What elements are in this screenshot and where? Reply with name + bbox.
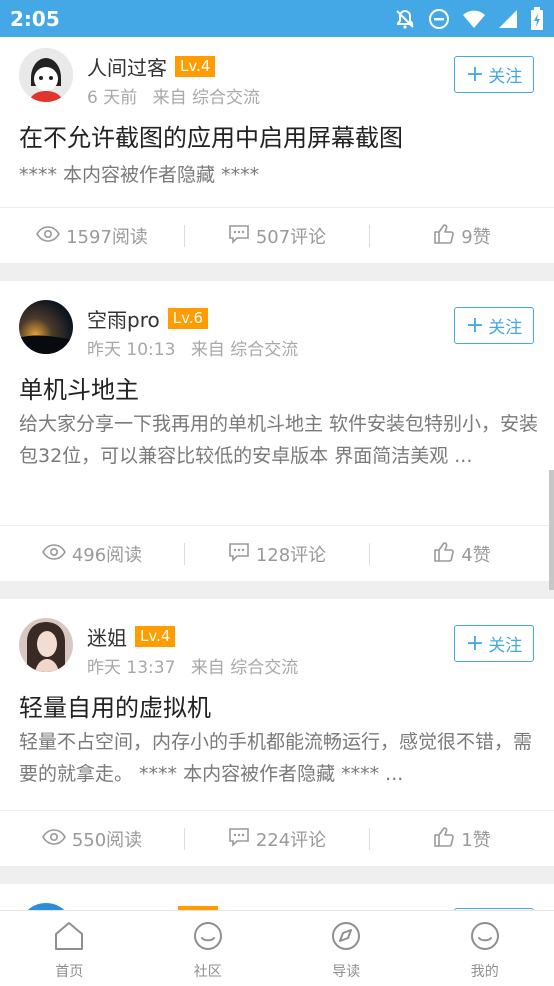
status-time: 2:05 [10, 7, 60, 31]
avatar[interactable] [19, 618, 73, 672]
like-button[interactable]: 4赞 [370, 526, 554, 582]
post-body: **** 本内容被作者隐藏 **** [19, 159, 539, 191]
post-card[interactable]: 空雨pro Lv.6 昨天 10:13 来自 综合交流 + 关注 单机斗地主 给… [0, 281, 554, 581]
battery-charging-icon [530, 7, 544, 31]
comment-icon [228, 827, 250, 852]
community-icon [192, 921, 224, 955]
like-count-label: 1赞 [461, 826, 490, 852]
author-name[interactable]: 迷姐 [87, 622, 127, 651]
post-time: 6 天前 [87, 88, 137, 108]
plus-icon: + [466, 316, 484, 336]
tab-home[interactable]: 首页 [0, 911, 139, 986]
like-button[interactable]: 9赞 [370, 208, 554, 264]
follow-button[interactable]: + 关注 [454, 307, 534, 344]
comment-button[interactable]: 507评论 [185, 208, 369, 264]
status-bar: 2:05 [0, 0, 554, 37]
avatar[interactable] [19, 48, 73, 102]
follow-label: 关注 [488, 313, 522, 338]
read-count: 550阅读 [0, 811, 184, 867]
post-source: 来自 综合交流 [191, 658, 298, 678]
level-badge: Lv.4 [175, 56, 215, 77]
comment-count-label: 507评论 [256, 223, 326, 249]
post-time: 昨天 13:37 [87, 658, 175, 678]
comment-button[interactable]: 128评论 [185, 526, 369, 582]
post-actions: 550阅读 224评论 1赞 [0, 811, 554, 867]
level-badge: Lv.6 [168, 308, 208, 329]
post-title[interactable]: 轻量自用的虚拟机 [19, 688, 211, 723]
compass-icon [330, 921, 362, 955]
profile-icon [469, 921, 501, 955]
like-count-label: 4赞 [461, 541, 490, 567]
post-body: 给大家分享一下我再用的单机斗地主 软件安装包特别小，安装包32位，可以兼容比较低… [19, 408, 539, 472]
tab-profile[interactable]: 我的 [416, 911, 554, 986]
thumbs-up-icon [433, 826, 455, 853]
scrollbar-thumb[interactable] [549, 470, 554, 590]
post-time: 昨天 10:13 [87, 340, 175, 360]
home-icon [53, 921, 85, 955]
wifi-icon [462, 8, 486, 30]
bottom-tab-bar: 首页 社区 导读 我的 [0, 910, 554, 986]
post-actions: 496阅读 128评论 4赞 [0, 526, 554, 582]
thumbs-up-icon [433, 541, 455, 568]
post-source: 来自 综合交流 [191, 340, 298, 360]
post-body: 轻量不占空间，内存小的手机都能流畅运行，感觉很不错，需要的就拿走。 **** 本… [19, 726, 539, 790]
tab-label: 我的 [471, 961, 499, 981]
post-title[interactable]: 单机斗地主 [19, 370, 139, 405]
tab-community[interactable]: 社区 [139, 911, 278, 986]
tab-label: 导读 [332, 961, 360, 981]
avatar[interactable] [19, 300, 73, 354]
comment-icon [228, 224, 250, 249]
plus-icon: + [466, 65, 484, 85]
tab-label: 社区 [194, 961, 222, 981]
read-count-label: 496阅读 [72, 541, 142, 567]
follow-label: 关注 [488, 631, 522, 656]
read-count-label: 1597阅读 [66, 223, 148, 249]
post-title[interactable]: 在不允许截图的应用中启用屏幕截图 [19, 118, 403, 153]
follow-button[interactable]: + 关注 [454, 625, 534, 662]
tab-label: 首页 [55, 961, 83, 981]
eye-icon [42, 544, 66, 565]
comment-button[interactable]: 224评论 [185, 811, 369, 867]
follow-label: 关注 [488, 62, 522, 87]
read-count: 1597阅读 [0, 208, 184, 264]
post-card[interactable]: 人间过客 Lv.4 6 天前 来自 综合交流 + 关注 在不允许截图的应用中启用… [0, 37, 554, 263]
author-name[interactable]: 人间过客 [87, 52, 167, 81]
author-name[interactable]: 空雨pro [87, 304, 160, 333]
thumbs-up-icon [433, 223, 455, 250]
post-actions: 1597阅读 507评论 9赞 [0, 208, 554, 264]
comment-count-label: 128评论 [256, 541, 326, 567]
follow-button[interactable]: + 关注 [454, 56, 534, 93]
level-badge: Lv.4 [135, 626, 175, 647]
tab-guide[interactable]: 导读 [277, 911, 416, 986]
do-not-disturb-icon [428, 8, 450, 30]
like-button[interactable]: 1赞 [370, 811, 554, 867]
signal-icon [498, 8, 518, 30]
post-source: 来自 综合交流 [153, 88, 260, 108]
like-count-label: 9赞 [461, 223, 490, 249]
post-feed: 人间过客 Lv.4 6 天前 来自 综合交流 + 关注 在不允许截图的应用中启用… [0, 37, 554, 924]
read-count-label: 550阅读 [72, 826, 142, 852]
eye-icon [42, 829, 66, 850]
comment-count-label: 224评论 [256, 826, 326, 852]
read-count: 496阅读 [0, 526, 184, 582]
bell-off-icon [394, 8, 416, 30]
plus-icon: + [466, 634, 484, 654]
comment-icon [228, 542, 250, 567]
post-card[interactable]: 迷姐 Lv.4 昨天 13:37 来自 综合交流 + 关注 轻量自用的虚拟机 轻… [0, 599, 554, 866]
eye-icon [36, 226, 60, 247]
